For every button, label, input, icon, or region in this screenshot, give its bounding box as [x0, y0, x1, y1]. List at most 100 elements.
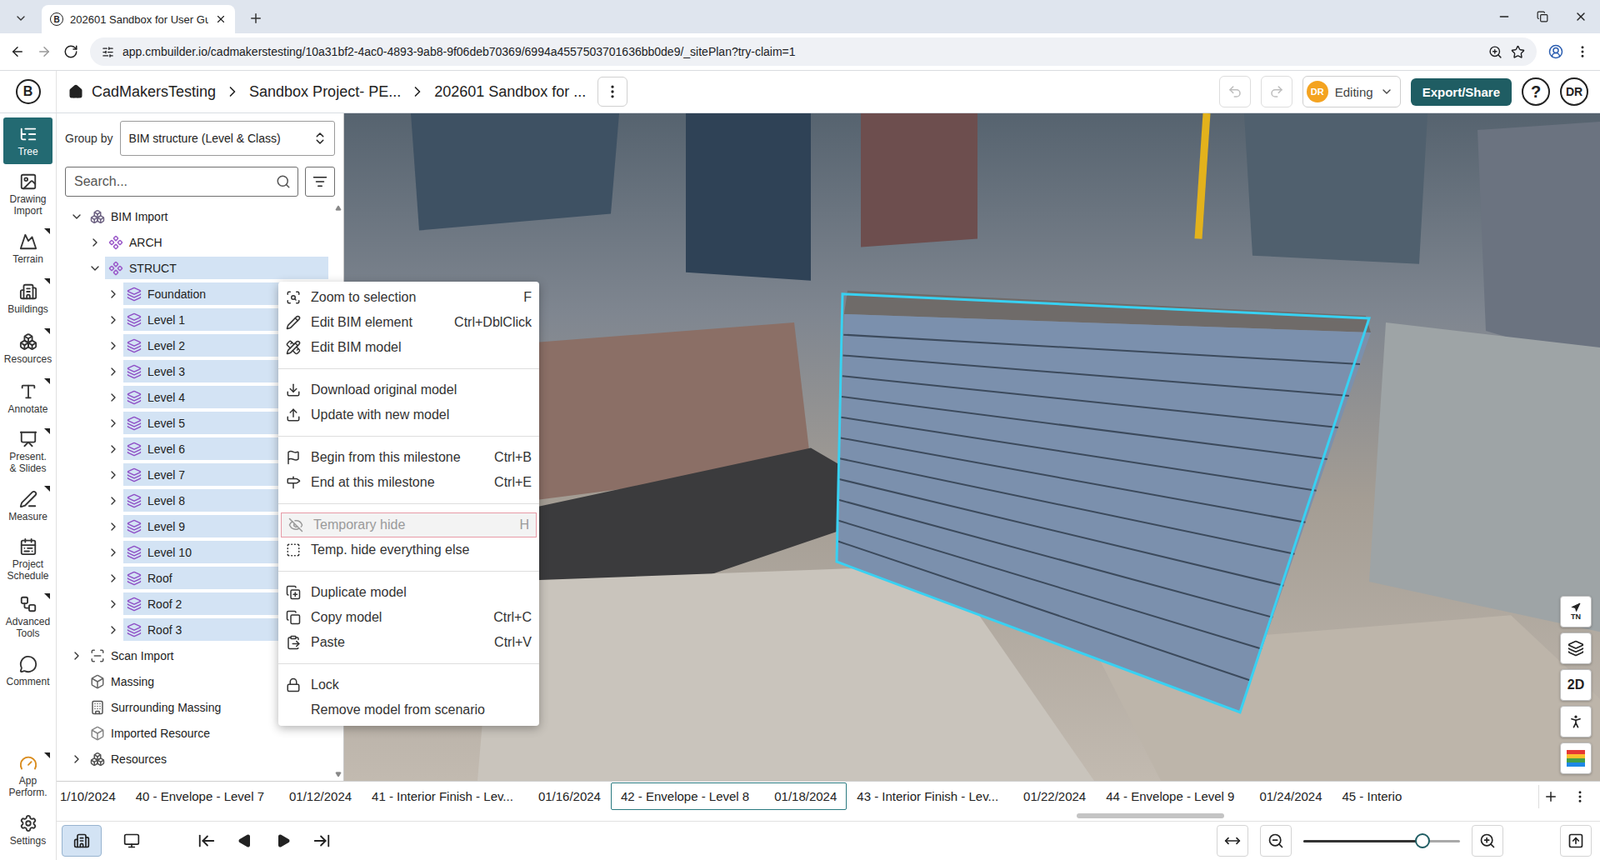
slider-knob[interactable]: [1415, 833, 1430, 849]
add-milestone-button[interactable]: [1538, 785, 1562, 809]
expander[interactable]: [103, 468, 124, 482]
tab-list-button[interactable]: [8, 5, 34, 31]
menu-item[interactable]: Zoom to selectionF: [278, 285, 540, 310]
kebab-icon[interactable]: [1575, 44, 1590, 60]
expander[interactable]: [103, 390, 124, 405]
zoom-in-button[interactable]: [1471, 825, 1504, 857]
user-avatar[interactable]: DR: [1560, 77, 1589, 106]
milestone[interactable]: 44 - Envelope - Level 901/24/2024: [1095, 782, 1332, 810]
expander[interactable]: [103, 287, 124, 301]
milestone[interactable]: 42 - Envelope - Level 801/18/2024: [610, 782, 847, 810]
milestone[interactable]: 43 - Interior Finish - Lev...01/22/2024: [846, 782, 1096, 810]
close-window-button[interactable]: [1561, 0, 1600, 34]
view-mode-button[interactable]: 2D: [1560, 669, 1592, 701]
new-tab-button[interactable]: [243, 5, 269, 31]
expander[interactable]: [66, 752, 87, 766]
expander[interactable]: [85, 235, 105, 250]
menu-item[interactable]: Temporary hideH: [280, 512, 537, 538]
zoom-slider[interactable]: [1303, 832, 1460, 850]
breadcrumb[interactable]: Sandbox Project- PE...: [249, 83, 401, 101]
menu-item[interactable]: PasteCtrl+V: [278, 630, 540, 655]
play-button[interactable]: [271, 829, 295, 853]
last-button[interactable]: [310, 829, 334, 853]
breadcrumb[interactable]: 202601 Sandbox for ...: [434, 83, 586, 101]
tree-row[interactable]: ARCH: [56, 229, 334, 255]
menu-item[interactable]: Edit BIM model: [278, 335, 540, 360]
layers-button[interactable]: [1560, 632, 1592, 665]
tree-row[interactable]: BIM Import: [56, 203, 334, 230]
rail-item[interactable]: Terrain: [3, 225, 53, 272]
expander[interactable]: [103, 442, 124, 456]
expander[interactable]: [103, 416, 124, 430]
back-icon[interactable]: [10, 44, 25, 60]
rail-item[interactable]: Present. & Slides: [3, 425, 53, 480]
zoom-out-button[interactable]: [1260, 825, 1292, 857]
redo-button[interactable]: [1260, 75, 1293, 108]
expander[interactable]: [103, 571, 124, 585]
walk-button[interactable]: [1560, 705, 1592, 738]
close-icon[interactable]: [215, 13, 227, 25]
rail-item[interactable]: Resources: [3, 325, 53, 372]
expander[interactable]: [103, 494, 124, 508]
group-by-select[interactable]: BIM structure (Level & Class): [120, 120, 335, 156]
timeline-menu-button[interactable]: [1568, 785, 1592, 809]
expander[interactable]: [103, 365, 124, 379]
menu-item[interactable]: Duplicate model: [278, 580, 540, 605]
url-field[interactable]: app.cmbuilder.io/cadmakerstesting/10a31b…: [90, 37, 1537, 66]
rail-item[interactable]: Advanced Tools: [3, 590, 53, 645]
tree-row[interactable]: STRUCT: [56, 255, 334, 281]
minimize-button[interactable]: [1485, 0, 1524, 34]
previous-button[interactable]: [233, 829, 257, 853]
restore-button[interactable]: [1523, 0, 1562, 34]
menu-item[interactable]: Update with new model: [278, 402, 540, 428]
first-button[interactable]: [195, 829, 219, 853]
breadcrumb[interactable]: CadMakersTesting: [91, 83, 216, 101]
rail-item[interactable]: Buildings: [3, 275, 53, 322]
scroll-thumb[interactable]: [1076, 813, 1225, 819]
milestone[interactable]: 40 - Envelope - Level 701/12/2024: [125, 782, 362, 810]
tree-row-body[interactable]: BIM Import: [86, 205, 329, 228]
help-button[interactable]: ?: [1521, 77, 1550, 106]
rail-item[interactable]: Drawing Import: [3, 167, 53, 222]
undo-button[interactable]: [1219, 75, 1251, 108]
menu-item[interactable]: Temp. hide everything else: [278, 537, 540, 563]
menu-item[interactable]: Edit BIM elementCtrl+DblClick: [278, 310, 540, 335]
color-legend-button[interactable]: [1560, 742, 1592, 775]
menu-item[interactable]: Copy modelCtrl+C: [278, 605, 540, 630]
menu-item[interactable]: Remove model from scenario: [278, 697, 540, 723]
menu-item[interactable]: Download original model: [278, 377, 540, 403]
tree-row-body[interactable]: ARCH: [105, 230, 329, 254]
rail-item[interactable]: Tree: [3, 117, 53, 165]
menu-item[interactable]: End at this milestoneCtrl+E: [278, 470, 540, 495]
tree-row-body[interactable]: Resources: [86, 747, 329, 770]
rail-item[interactable]: App Perform.: [3, 749, 53, 804]
expander[interactable]: [103, 520, 124, 534]
export-share-button[interactable]: Export/Share: [1410, 78, 1512, 106]
tree-row-body[interactable]: STRUCT: [105, 256, 329, 280]
compass-button[interactable]: TN: [1560, 595, 1592, 628]
project-menu-button[interactable]: [597, 76, 628, 107]
expander[interactable]: [66, 649, 87, 663]
mode-selector[interactable]: DREditing: [1302, 75, 1401, 108]
tree-row[interactable]: Resources: [56, 745, 334, 772]
expander[interactable]: [85, 261, 105, 275]
milestone[interactable]: 41 - Interior Finish - Lev...01/16/2024: [361, 782, 611, 810]
rail-item[interactable]: Project Schedule: [3, 532, 53, 587]
menu-item[interactable]: Begin from this milestoneCtrl+B: [278, 445, 540, 470]
expander[interactable]: [103, 623, 124, 637]
forward-icon[interactable]: [36, 44, 52, 60]
timeline-track[interactable]: 1/10/202440 - Envelope - Level 701/12/20…: [56, 782, 1530, 810]
selected-building[interactable]: [836, 314, 1371, 713]
rail-item[interactable]: Measure: [3, 482, 53, 530]
expander[interactable]: [103, 545, 124, 560]
menu-item[interactable]: Lock: [278, 672, 540, 698]
filter-button[interactable]: [305, 166, 335, 197]
milestone[interactable]: 45 - Interio: [1332, 782, 1413, 810]
browser-tab[interactable]: B202601 Sandbox for User Guid: [41, 5, 235, 34]
rail-item[interactable]: Annotate: [3, 375, 53, 422]
rail-item[interactable]: Comment: [3, 647, 53, 695]
reload-icon[interactable]: [63, 44, 79, 60]
profile-icon[interactable]: [1548, 44, 1564, 60]
expander[interactable]: [103, 313, 124, 327]
expander[interactable]: [103, 339, 124, 353]
